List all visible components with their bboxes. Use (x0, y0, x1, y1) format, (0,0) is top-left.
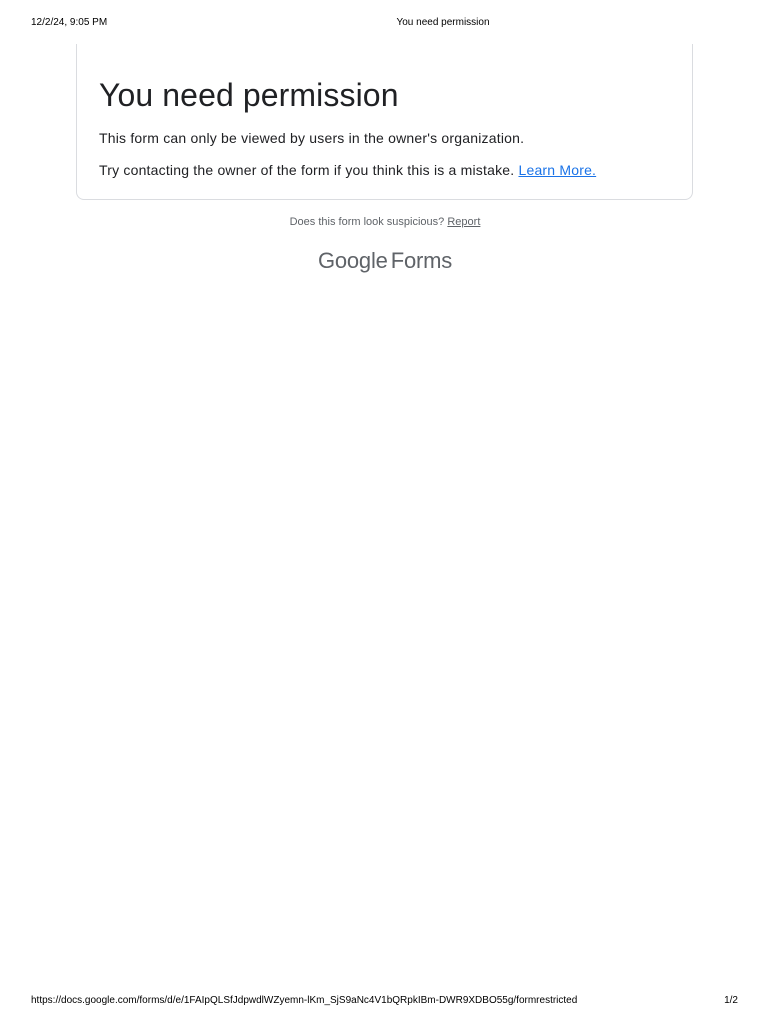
print-header: 12/2/24, 9:05 PM You need permission (0, 17, 768, 31)
suspicious-prompt: Does this form look suspicious? (289, 216, 445, 228)
suspicious-notice: Does this form look suspicious? Report (0, 216, 768, 228)
print-url: https://docs.google.com/forms/d/e/1FAIpQ… (31, 995, 578, 1006)
google-wordmark: Google (317, 248, 388, 273)
print-footer: https://docs.google.com/forms/d/e/1FAIpQ… (0, 995, 768, 1009)
google-forms-logo[interactable]: Google Forms (0, 248, 768, 274)
print-title: You need permission (396, 17, 490, 28)
forms-wordmark: Forms (390, 248, 453, 273)
learn-more-link[interactable]: Learn More. (518, 162, 596, 178)
page-number: 1/2 (724, 995, 738, 1006)
organization-message: This form can only be viewed by users in… (99, 130, 525, 146)
contact-owner-message: Try contacting the owner of the form if … (99, 162, 596, 178)
report-link[interactable]: Report (447, 216, 480, 228)
page-title: You need permission (99, 77, 399, 113)
permission-card: You need permission This form can only b… (76, 44, 693, 200)
contact-owner-text: Try contacting the owner of the form if … (99, 162, 515, 178)
